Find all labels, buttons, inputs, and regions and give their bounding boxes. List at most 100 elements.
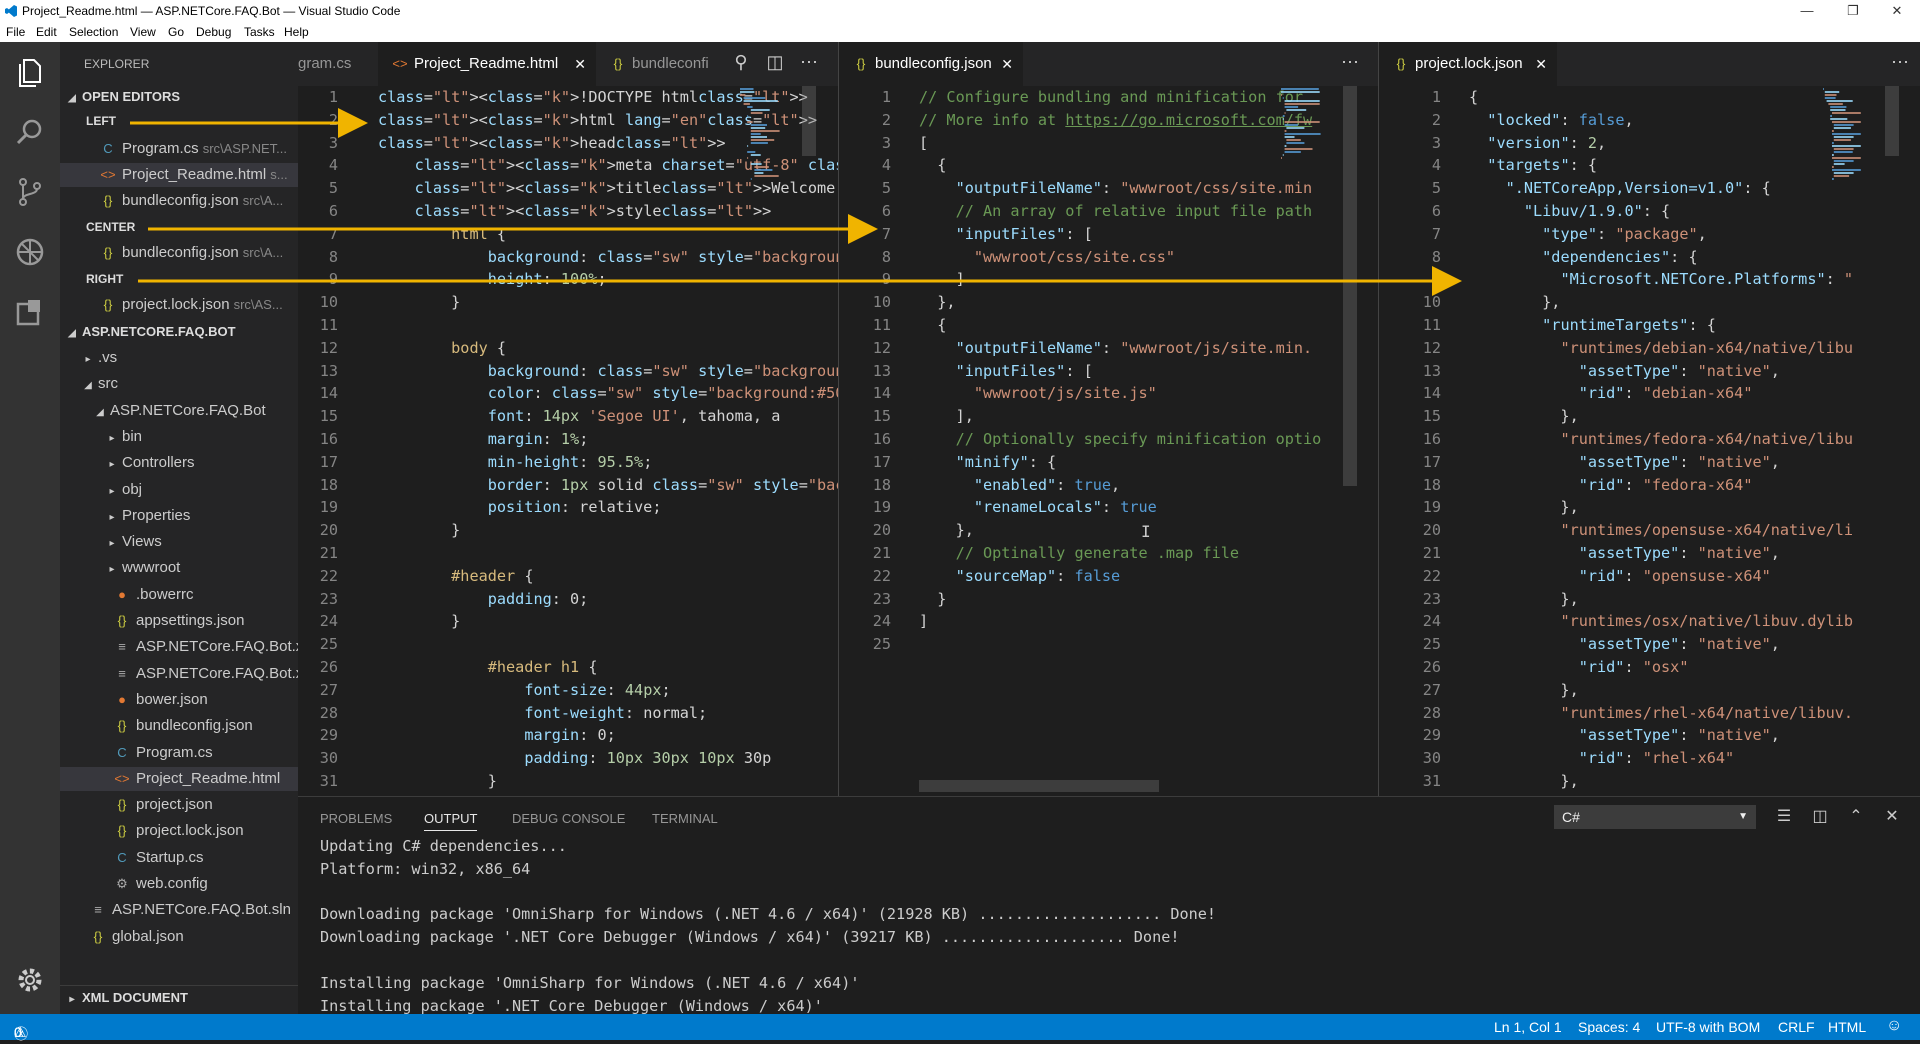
tree-file[interactable]: C Program.cs: [60, 741, 298, 765]
explorer-icon[interactable]: [12, 54, 48, 90]
close-window-button[interactable]: ✕: [1874, 0, 1920, 22]
source-control-icon[interactable]: [12, 174, 48, 210]
tree-folder[interactable]: ▸ Views: [60, 530, 298, 554]
tree-folder[interactable]: ▸ .vs: [60, 346, 298, 370]
maximize-panel-icon[interactable]: ⌃: [1844, 805, 1868, 829]
chevron-down-icon: ◢: [84, 380, 92, 392]
vertical-scrollbar[interactable]: [802, 86, 816, 156]
tree-folder[interactable]: ▸ Controllers: [60, 451, 298, 475]
menu-file[interactable]: File: [6, 25, 25, 39]
minimap[interactable]: [738, 86, 798, 790]
vertical-scrollbar[interactable]: [1885, 86, 1899, 156]
tab-terminal[interactable]: TERMINAL: [652, 811, 718, 826]
code-line: {: [919, 156, 947, 175]
horizontal-scrollbar[interactable]: [919, 780, 1159, 792]
minimap[interactable]: [1279, 86, 1339, 790]
close-panel-icon[interactable]: ✕: [1880, 805, 1904, 829]
menu-edit[interactable]: Edit: [36, 25, 57, 39]
minimap-line: [1284, 145, 1287, 147]
tree-folder[interactable]: ▸ bin: [60, 425, 298, 449]
tree-file[interactable]: ● bower.json: [60, 688, 298, 712]
tree-file[interactable]: {} project.json: [60, 793, 298, 817]
close-tab-icon[interactable]: ✕: [1001, 42, 1013, 86]
tab-project-readme[interactable]: <> Project_Readme.html ✕: [378, 42, 596, 86]
tree-file[interactable]: ≡ ASP.NETCore.FAQ.Bot.x...: [60, 635, 298, 659]
tree-file[interactable]: {} bundleconfig.json: [60, 714, 298, 738]
menu-view[interactable]: View: [130, 25, 156, 39]
minimap[interactable]: [1821, 86, 1881, 790]
settings-gear-icon[interactable]: [12, 962, 48, 998]
xml-document-header[interactable]: ▸ XML DOCUMENT: [60, 985, 298, 1009]
tree-file[interactable]: ≡ ASP.NETCore.FAQ.Bot.x...: [60, 662, 298, 686]
editor-group-left: LEFT: [86, 114, 116, 128]
close-tab-icon[interactable]: ✕: [1535, 42, 1547, 86]
project-header[interactable]: ◢ ASP.NETCORE.FAQ.BOT: [60, 320, 298, 344]
output-channel-select[interactable]: C# ▼: [1554, 805, 1756, 829]
line-ending[interactable]: CRLF: [1778, 1019, 1815, 1035]
minimap-line: [747, 106, 753, 108]
debug-icon[interactable]: [12, 234, 48, 270]
editor-center[interactable]: 1 2 3 4 5 6 7 8 9 10 11 12 13 14 15 16 17 18 19 20 21 22 23 24 2…: [838, 86, 1378, 796]
tab-debug-console[interactable]: DEBUG CONSOLE: [512, 811, 625, 826]
editor-right[interactable]: 1 2 3 4 5 6 7 8 9 10 11 12 13 14 15 16 17 18 19 20 21 22 23 24 2…: [1378, 86, 1920, 796]
more-actions-icon[interactable]: ⋯: [1889, 52, 1911, 74]
line-number: 14: [1422, 384, 1441, 403]
open-preview-icon[interactable]: ⚲: [730, 52, 752, 74]
feedback-smiley-icon[interactable]: ☺: [1886, 1017, 1902, 1035]
code-line: },: [1469, 498, 1579, 517]
language-mode[interactable]: HTML: [1828, 1019, 1866, 1035]
open-editor-item[interactable]: C Program.cs src\ASP.NET...: [60, 137, 298, 161]
tree-file[interactable]: ⚙ web.config: [60, 872, 298, 896]
tree-file[interactable]: C Startup.cs: [60, 846, 298, 870]
line-number: 27: [319, 680, 338, 699]
tree-file[interactable]: ≡ ASP.NETCore.FAQ.Bot.sln: [60, 898, 298, 922]
tab-bundleconfig-center[interactable]: {} bundleconfig.json ✕: [839, 42, 1023, 86]
clear-output-icon[interactable]: ☰: [1772, 805, 1796, 829]
tree-folder[interactable]: ▸ Properties: [60, 504, 298, 528]
tree-folder[interactable]: ▸ obj: [60, 478, 298, 502]
tab-problems[interactable]: PROBLEMS: [320, 811, 392, 826]
tree-folder[interactable]: ◢ src: [60, 372, 298, 396]
chevron-right-icon: ▸: [109, 511, 115, 523]
cursor-position[interactable]: Ln 1, Col 1: [1494, 1019, 1562, 1035]
split-editor-icon[interactable]: ◫: [764, 52, 786, 74]
lock-scroll-icon[interactable]: ◫: [1808, 805, 1832, 829]
search-icon[interactable]: [12, 114, 48, 150]
tree-file[interactable]: {} appsettings.json: [60, 609, 298, 633]
encoding[interactable]: UTF-8 with BOM: [1656, 1019, 1760, 1035]
html-icon: <>: [100, 167, 116, 182]
tab-bundleconfig[interactable]: {} bundleconfi: [596, 42, 736, 86]
code-line: ]: [919, 612, 929, 631]
menu-debug[interactable]: Debug: [196, 25, 231, 39]
tree-file[interactable]: {} global.json: [60, 925, 298, 949]
tree-file[interactable]: {} project.lock.json: [60, 819, 298, 843]
tree-folder[interactable]: ◢ ASP.NETCore.FAQ.Bot: [60, 399, 298, 423]
menu-go[interactable]: Go: [168, 25, 184, 39]
editor-left[interactable]: 1 2 3 4 5 6 7 8 9 10 11 12 13 14 15 16 17 18 19 20 21 22 23 24 2…: [298, 86, 838, 796]
file-icon: ≡: [94, 902, 102, 918]
tree-item-label: appsettings.json: [136, 612, 245, 629]
more-actions-icon[interactable]: ⋯: [1339, 52, 1361, 74]
tree-file[interactable]: <> Project_Readme.html: [60, 766, 298, 791]
restore-button[interactable]: ❐: [1830, 0, 1876, 22]
more-actions-icon[interactable]: ⋯: [798, 52, 820, 74]
close-tab-icon[interactable]: ✕: [574, 42, 586, 86]
minimap-line: [1286, 109, 1307, 111]
extensions-icon[interactable]: [12, 294, 48, 330]
menu-tasks[interactable]: Tasks: [244, 25, 275, 39]
tab-program-cs[interactable]: gram.cs: [298, 42, 378, 86]
tree-file[interactable]: ● .bowerrc: [60, 583, 298, 607]
open-editor-item[interactable]: {} bundleconfig.json src\A...: [60, 241, 298, 265]
vertical-scrollbar[interactable]: [1343, 86, 1357, 486]
tab-output[interactable]: OUTPUT: [424, 811, 478, 831]
minimize-button[interactable]: —: [1784, 0, 1830, 22]
indentation[interactable]: Spaces: 4: [1578, 1019, 1640, 1035]
tab-project-lock[interactable]: {} project.lock.json ✕: [1379, 42, 1557, 86]
menu-help[interactable]: Help: [284, 25, 309, 39]
open-editor-item-active[interactable]: <> Project_Readme.html s...: [60, 163, 298, 187]
menu-selection[interactable]: Selection: [69, 25, 118, 39]
open-editor-item[interactable]: {} bundleconfig.json src\A...: [60, 189, 298, 213]
open-editor-item[interactable]: {} project.lock.json src\AS...: [60, 293, 298, 317]
tree-folder[interactable]: ▸ wwwroot: [60, 556, 298, 580]
open-editors-header[interactable]: ◢ OPEN EDITORS: [60, 85, 298, 109]
